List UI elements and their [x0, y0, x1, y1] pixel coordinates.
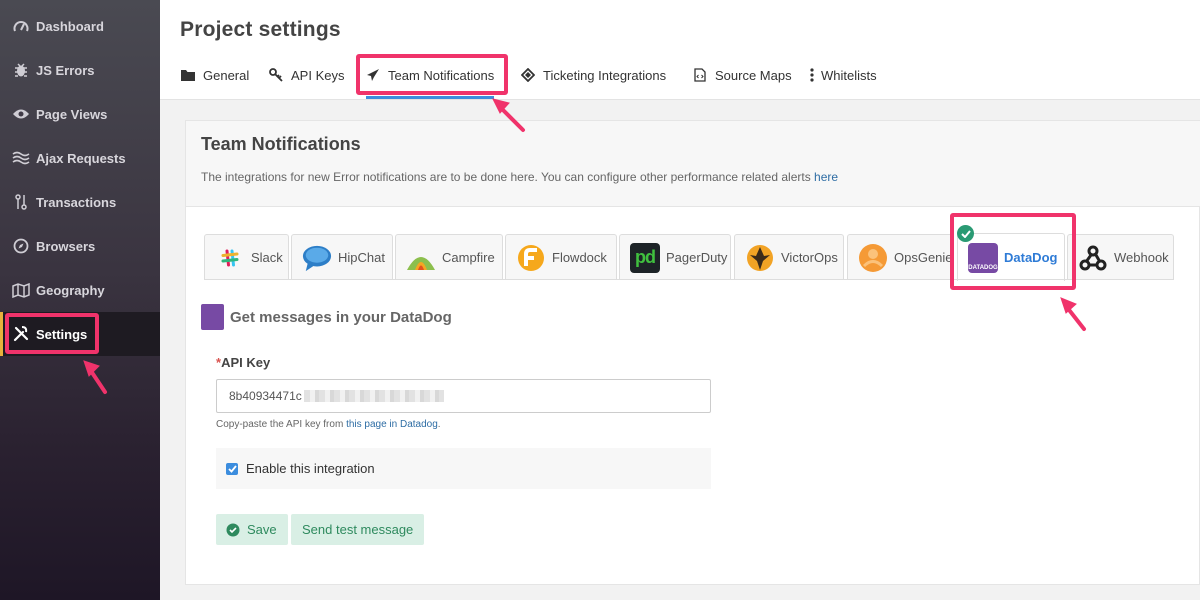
annotation-arrows	[83, 98, 1086, 394]
datadog-arrow-head	[1060, 297, 1077, 314]
settings-arrow-head	[83, 360, 100, 377]
